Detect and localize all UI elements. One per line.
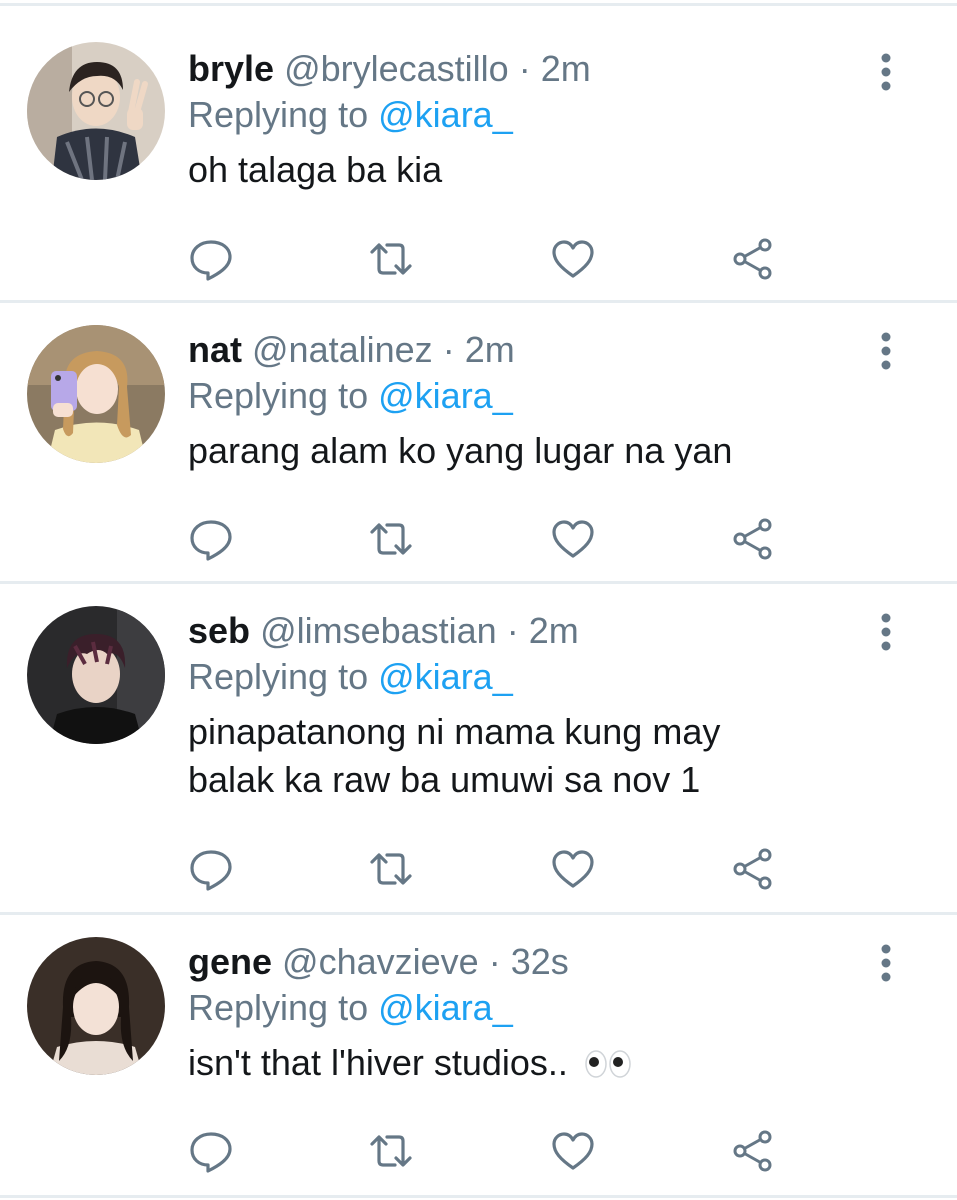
- tweet-nat[interactable]: nat @natalinez · 2m Replying to @kiara_ …: [0, 303, 957, 581]
- tweet-text-line: pinapatanong ni mama kung may: [188, 711, 721, 752]
- tweet-content: gene @chavzieve · 32s Replying to @kiara…: [188, 939, 867, 1087]
- avatar[interactable]: [27, 606, 165, 744]
- retweet-button[interactable]: [368, 1128, 414, 1174]
- tweet-text: isn't that l'hiver studios..: [188, 1039, 867, 1087]
- replying-label: Replying to: [188, 94, 369, 135]
- more-options-button[interactable]: [873, 941, 899, 989]
- handle[interactable]: @chavzieve: [282, 941, 479, 982]
- tweet-header: bryle @brylecastillo · 2m: [188, 46, 867, 92]
- timestamp[interactable]: 32s: [511, 941, 569, 982]
- share-icon: [733, 848, 772, 890]
- mention-link[interactable]: @kiara_: [378, 656, 513, 697]
- retweet-icon: [370, 853, 412, 885]
- reply-icon: [190, 520, 232, 561]
- tweet-bryle[interactable]: bryle @brylecastillo · 2m Replying to @k…: [0, 6, 957, 300]
- tweet-actions: [188, 236, 788, 282]
- tweet-content: bryle @brylecastillo · 2m Replying to @k…: [188, 46, 867, 194]
- reply-button[interactable]: [188, 516, 234, 562]
- reply-icon: [190, 240, 232, 281]
- reply-icon: [190, 850, 232, 891]
- avatar[interactable]: [27, 42, 165, 180]
- like-button[interactable]: [550, 236, 596, 282]
- like-button[interactable]: [550, 846, 596, 892]
- share-button[interactable]: [730, 236, 776, 282]
- tweet-actions: [188, 846, 788, 892]
- tweet-gene[interactable]: gene @chavzieve · 32s Replying to @kiara…: [0, 915, 957, 1195]
- reply-button[interactable]: [188, 1128, 234, 1174]
- tweet-header: gene @chavzieve · 32s: [188, 939, 867, 985]
- tweet-text: oh talaga ba kia: [188, 149, 443, 190]
- more-vertical-icon: [881, 613, 891, 651]
- share-button[interactable]: [730, 1128, 776, 1174]
- share-icon: [733, 1130, 772, 1172]
- divider: [0, 1195, 957, 1198]
- tweet-text: parang alam ko yang lugar na yan: [188, 430, 733, 471]
- avatar[interactable]: [27, 937, 165, 1075]
- replying-label: Replying to: [188, 375, 369, 416]
- heart-icon: [552, 240, 594, 278]
- retweet-icon: [370, 243, 412, 275]
- like-button[interactable]: [550, 516, 596, 562]
- tweet-header: seb @limsebastian · 2m: [188, 608, 867, 654]
- reply-feed: bryle @brylecastillo · 2m Replying to @k…: [0, 0, 957, 1200]
- share-icon: [733, 238, 772, 280]
- tweet-seb[interactable]: seb @limsebastian · 2m Replying to @kiar…: [0, 584, 957, 912]
- mention-link[interactable]: @kiara_: [378, 94, 513, 135]
- more-vertical-icon: [881, 332, 891, 370]
- reply-button[interactable]: [188, 846, 234, 892]
- timestamp[interactable]: 2m: [529, 610, 579, 651]
- share-button[interactable]: [730, 516, 776, 562]
- replying-to: Replying to @kiara_: [188, 985, 867, 1031]
- replying-label: Replying to: [188, 987, 369, 1028]
- tweet-actions: [188, 516, 788, 562]
- replying-to: Replying to @kiara_: [188, 92, 867, 138]
- replying-to: Replying to @kiara_: [188, 654, 867, 700]
- more-vertical-icon: [881, 944, 891, 982]
- eyes-emoji: [585, 1050, 631, 1078]
- dot-separator: ·: [488, 941, 501, 982]
- retweet-icon: [370, 1135, 412, 1167]
- retweet-button[interactable]: [368, 846, 414, 892]
- retweet-icon: [370, 523, 412, 555]
- heart-icon: [552, 520, 594, 558]
- replying-to: Replying to @kiara_: [188, 373, 867, 419]
- retweet-button[interactable]: [368, 236, 414, 282]
- display-name[interactable]: nat: [188, 329, 242, 370]
- handle[interactable]: @limsebastian: [260, 610, 497, 651]
- share-icon: [733, 518, 772, 560]
- display-name[interactable]: seb: [188, 610, 250, 651]
- reply-button[interactable]: [188, 236, 234, 282]
- mention-link[interactable]: @kiara_: [378, 375, 513, 416]
- tweet-content: seb @limsebastian · 2m Replying to @kiar…: [188, 608, 867, 804]
- handle[interactable]: @natalinez: [252, 329, 433, 370]
- retweet-button[interactable]: [368, 516, 414, 562]
- share-button[interactable]: [730, 846, 776, 892]
- heart-icon: [552, 1132, 594, 1170]
- tweet-text-body: isn't that l'hiver studios..: [188, 1042, 568, 1083]
- more-vertical-icon: [881, 53, 891, 91]
- tweet-text-line: balak ka raw ba umuwi sa nov 1: [188, 759, 701, 800]
- more-options-button[interactable]: [873, 329, 899, 377]
- tweet-content: nat @natalinez · 2m Replying to @kiara_ …: [188, 327, 867, 475]
- tweet-header: nat @natalinez · 2m: [188, 327, 867, 373]
- reply-icon: [190, 1132, 232, 1173]
- display-name[interactable]: gene: [188, 941, 272, 982]
- heart-icon: [552, 850, 594, 888]
- tweet-text: pinapatanong ni mama kung may balak ka r…: [188, 708, 867, 804]
- display-name[interactable]: bryle: [188, 48, 274, 89]
- handle[interactable]: @brylecastillo: [284, 48, 509, 89]
- mention-link[interactable]: @kiara_: [378, 987, 513, 1028]
- avatar[interactable]: [27, 325, 165, 463]
- tweet-actions: [188, 1128, 788, 1174]
- more-options-button[interactable]: [873, 50, 899, 98]
- timestamp[interactable]: 2m: [465, 329, 515, 370]
- dot-separator: ·: [518, 48, 531, 89]
- timestamp[interactable]: 2m: [541, 48, 591, 89]
- replying-label: Replying to: [188, 656, 369, 697]
- more-options-button[interactable]: [873, 610, 899, 658]
- like-button[interactable]: [550, 1128, 596, 1174]
- dot-separator: ·: [442, 329, 455, 370]
- dot-separator: ·: [506, 610, 519, 651]
